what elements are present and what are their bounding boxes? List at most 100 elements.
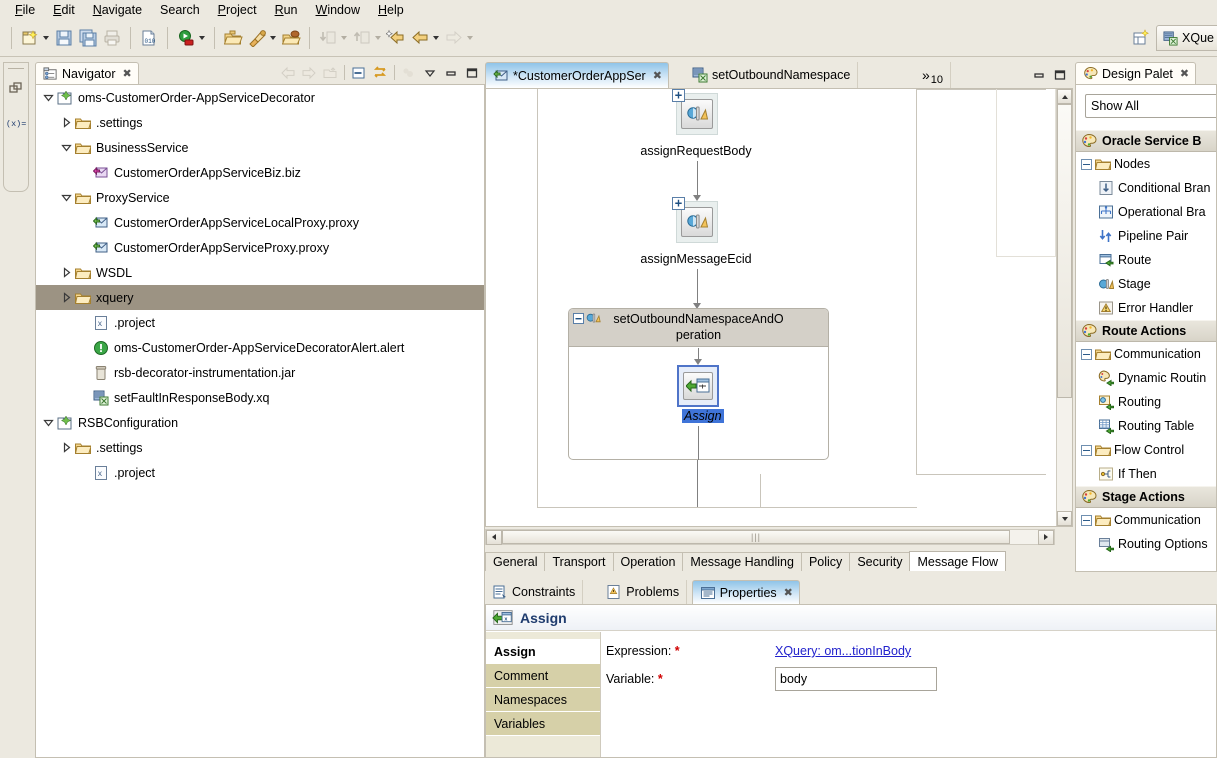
expression-xquery-link[interactable]: XQuery: om...tionInBody [775,644,911,658]
chevron-right-icon[interactable] [58,290,74,306]
perspective-tab-xquery[interactable]: XQue [1156,25,1217,51]
tab-navigator[interactable]: Navigator ✖ [35,62,139,84]
collapse-folder-icon[interactable] [1081,444,1092,456]
palette-item-error-handler[interactable]: Error Handler [1076,296,1216,320]
palette-folder-nodes[interactable]: Nodes [1076,152,1216,176]
menu-item-file[interactable]: File [6,2,44,18]
build-icon[interactable] [245,26,269,50]
properties-subtab-namespaces[interactable]: Namespaces [486,688,600,712]
scroll-left-button[interactable] [486,529,502,545]
collapse-folder-icon[interactable] [1081,514,1092,526]
editor-bottom-tab-security[interactable]: Security [849,552,911,571]
palette-folder-communication[interactable]: Communication [1076,342,1216,366]
restore-icon[interactable] [6,78,26,100]
palette-item-operational-bra[interactable]: Operational Bra [1076,200,1216,224]
editor-bottom-tab-transport[interactable]: Transport [544,552,614,571]
palette-group-route-actions[interactable]: Route Actions [1076,320,1216,342]
properties-tab-properties[interactable]: Properties ✖ [691,580,800,604]
last-edit-location-icon[interactable] [384,26,408,50]
navigator-tree[interactable]: oms-CustomerOrder-AppServiceDecorator .s… [35,84,485,758]
expand-node-icon[interactable]: + [672,197,685,210]
maximize-icon[interactable] [1051,66,1069,83]
tree-item-wsdl[interactable]: WSDL [36,260,484,285]
tree-item--project[interactable]: x .project [36,460,484,485]
collapse-folder-icon[interactable] [1081,158,1092,170]
canvas-horizontal-scrollbar[interactable]: ||| [485,529,1055,545]
properties-subtab-assign[interactable]: Assign [486,640,600,664]
editor-bottom-tab-policy[interactable]: Policy [800,552,851,571]
maximize-icon[interactable] [463,64,481,81]
palette-item-pipeline-pair[interactable]: Pipeline Pair [1076,224,1216,248]
collapse-all-icon[interactable] [350,64,368,81]
menu-item-window[interactable]: Window [307,2,369,18]
menu-item-edit[interactable]: Edit [44,2,84,18]
menu-item-search[interactable]: Search [151,2,209,18]
back-dropdown-icon[interactable] [433,35,439,40]
canvas-vertical-scrollbar[interactable] [1056,89,1072,526]
editor-bottom-tab-general[interactable]: General [485,552,546,571]
save-icon[interactable] [52,26,76,50]
editor-bottom-tab-message-flow[interactable]: Message Flow [909,551,1007,571]
palette-item-conditional-bran[interactable]: Conditional Bran [1076,176,1216,200]
tree-item--settings[interactable]: .settings [36,435,484,460]
menu-item-navigate[interactable]: Navigate [84,2,151,18]
scroll-up-button[interactable] [1057,89,1072,104]
minimize-icon[interactable] [442,64,460,81]
palette-item-routing-options[interactable]: Routing Options [1076,532,1216,556]
properties-subtab-comment[interactable]: Comment [486,664,600,688]
menu-item-help[interactable]: Help [369,2,413,18]
editor-tab-customerorderappser[interactable]: *CustomerOrderAppSer ✖ [485,62,669,88]
open-perspective-icon[interactable] [1129,26,1153,50]
link-with-editor-icon[interactable] [371,64,389,81]
scroll-right-button[interactable] [1038,529,1054,545]
close-icon[interactable]: ✖ [784,586,793,599]
back-icon[interactable] [408,26,432,50]
scroll-down-button[interactable] [1057,511,1072,526]
editor-bottom-tab-message-handling[interactable]: Message Handling [682,552,802,571]
tree-item-customerorderappservicebiz-biz[interactable]: CustomerOrderAppServiceBiz.biz [36,160,484,185]
palette-group-oracle-service-b[interactable]: Oracle Service B [1076,130,1216,152]
palette-folder-flow-control[interactable]: Flow Control [1076,438,1216,462]
tree-item-customerorderappserviceproxy-proxy[interactable]: CustomerOrderAppServiceProxy.proxy [36,235,484,260]
tree-item-businessservice[interactable]: BusinessService [36,135,484,160]
collapse-folder-icon[interactable] [1081,348,1092,360]
palette-folder-communication[interactable]: Communication [1076,508,1216,532]
new-wizard-icon[interactable] [18,26,42,50]
collapse-stage-icon[interactable] [573,313,584,324]
chevron-down-icon[interactable] [40,415,56,431]
chevron-down-icon[interactable] [58,190,74,206]
tree-item-rsbconfiguration[interactable]: RSBConfiguration [36,410,484,435]
tree-item--project[interactable]: x .project [36,310,484,335]
chevron-down-icon[interactable] [58,140,74,156]
canvas-scroll-thumb[interactable] [1057,104,1072,398]
editor-tab-overflow[interactable]: » 10 [915,62,952,88]
palette-item-route[interactable]: Route [1076,248,1216,272]
palette-group-stage-actions[interactable]: Stage Actions [1076,486,1216,508]
menu-item-run[interactable]: Run [266,2,307,18]
close-icon[interactable]: ✖ [123,67,132,80]
palette-body[interactable]: Oracle Service B Nodes Conditional Bran … [1075,84,1217,572]
tree-item-setfaultinresponsebody-xq[interactable]: setFaultInResponseBody.xq [36,385,484,410]
minimize-icon[interactable] [1030,66,1048,83]
save-all-icon[interactable] [76,26,100,50]
menu-item-project[interactable]: Project [209,2,266,18]
message-flow-canvas[interactable]: + assignRequestBody + assignMessageEcid [485,88,1073,527]
build-dropdown-icon[interactable] [270,35,276,40]
binary-file-icon[interactable]: 010 [137,26,161,50]
tree-item--settings[interactable]: .settings [36,110,484,135]
properties-tab-problems[interactable]: Problems [599,580,688,604]
variable-input[interactable] [775,667,937,691]
chevron-right-icon[interactable] [58,440,74,456]
palette-filter-combo[interactable] [1085,94,1216,118]
flow-stage-container[interactable]: setOutboundNamespaceAndO peration Assign [568,308,829,460]
run-dropdown-icon[interactable] [199,35,205,40]
editor-bottom-tab-operation[interactable]: Operation [612,552,684,571]
close-icon[interactable]: ✖ [653,69,662,82]
variables-icon[interactable]: (x)= [6,112,26,134]
flow-node-assign[interactable] [677,365,719,407]
expand-node-icon[interactable]: + [672,89,685,102]
palette-item-routing[interactable]: Routing [1076,390,1216,414]
palette-item-stage[interactable]: Stage [1076,272,1216,296]
open-resource-icon[interactable] [221,26,245,50]
palette-item-routing-table[interactable]: Routing Table [1076,414,1216,438]
